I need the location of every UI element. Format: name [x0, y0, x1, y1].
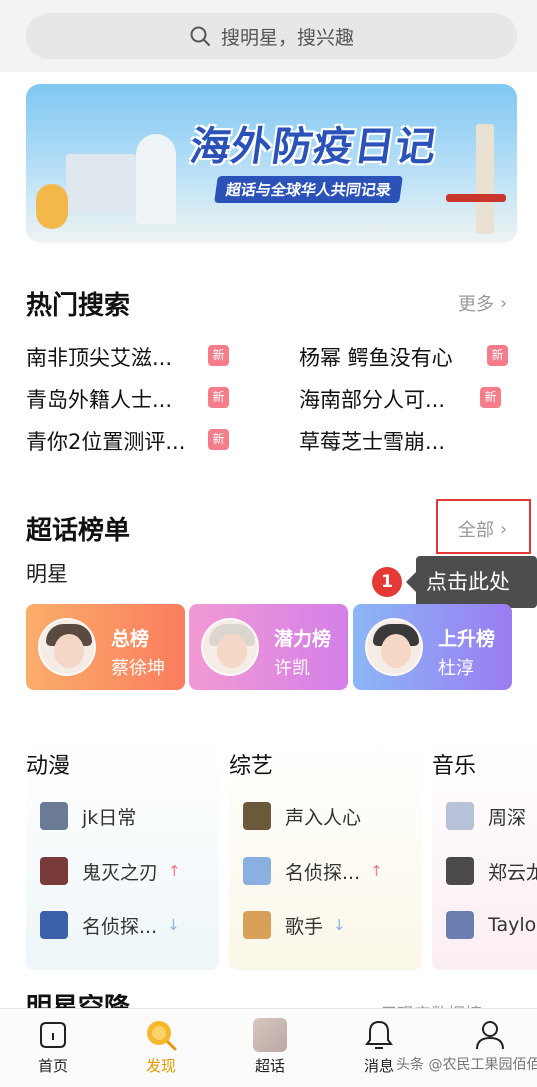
category-item[interactable]: 声入人心 — [243, 801, 361, 831]
rank-name: 上升榜 — [438, 628, 496, 650]
trend-up-icon: ↑ — [168, 862, 181, 880]
rank-name: 总榜 — [111, 628, 150, 650]
category-variety[interactable]: 综艺 声入人心 名侦探... ↑ 歌手 ↓ — [229, 738, 422, 970]
banner-building — [66, 154, 136, 214]
new-badge: 新 — [208, 345, 229, 366]
home-icon — [40, 1022, 66, 1048]
category-item-label: 名侦探... — [82, 915, 158, 938]
watermark-text: 头条 @农民工果园佰佰 — [396, 1057, 537, 1073]
category-item[interactable]: 名侦探... ↑ — [243, 856, 383, 886]
banner-gate — [446, 194, 506, 202]
hot-item-1[interactable]: 南非顶尖艾滋... — [26, 342, 172, 372]
category-item-label: 郑云龙 — [488, 861, 537, 884]
more-label: 更多 — [458, 294, 494, 315]
category-item-label: 鬼灭之刃 — [82, 861, 159, 884]
avatar — [38, 618, 96, 676]
next-section-right: 用现实数据榜... — [380, 1000, 498, 1008]
hot-item-6[interactable]: 草莓芝士雪崩... — [299, 426, 445, 456]
annotation-number: 1 — [372, 567, 402, 597]
annotation-tooltip: 点击此处 — [406, 556, 537, 608]
rank-star: 蔡徐坤 — [111, 658, 165, 679]
bell-icon — [365, 1020, 393, 1049]
hot-item-3[interactable]: 青岛外籍人士... — [26, 384, 172, 414]
category-item[interactable]: 郑云龙 — [446, 856, 537, 886]
hot-search-title: 热门搜索 — [26, 291, 131, 321]
category-item-label: jk日常 — [82, 806, 137, 829]
hot-search-more[interactable]: 更多 › — [458, 290, 507, 316]
category-item-label: Taylor — [488, 914, 537, 936]
nav-label: 发现 — [145, 1057, 176, 1075]
banner-plant — [36, 184, 68, 229]
banner-subtitle: 超话与全球华人共同记录 — [214, 176, 403, 203]
hot-item-5[interactable]: 青你2位置测评... — [26, 426, 185, 456]
category-title: 综艺 — [229, 754, 274, 779]
profile-icon — [476, 1021, 504, 1050]
category-item[interactable]: Taylor — [446, 910, 537, 940]
category-item[interactable]: jk日常 — [40, 801, 136, 831]
category-title: 音乐 — [432, 754, 477, 779]
nav-label: 首页 — [37, 1057, 68, 1075]
banner-figure — [136, 134, 176, 224]
rank-name: 潜力榜 — [274, 628, 332, 650]
nav-discover[interactable]: 发现 — [121, 1015, 201, 1076]
discover-icon — [147, 1021, 177, 1051]
rank-star: 许凯 — [274, 658, 310, 679]
highlight-box — [436, 499, 531, 554]
avatar — [253, 1018, 287, 1052]
search-icon — [190, 26, 210, 46]
category-item-label: 名侦探... — [285, 861, 361, 884]
new-badge: 新 — [208, 429, 229, 450]
thumbnail — [446, 802, 474, 830]
thumbnail — [243, 911, 271, 939]
thumbnail — [40, 857, 68, 885]
category-music[interactable]: 音乐 周深 郑云龙 Taylor — [432, 738, 537, 970]
rank-card-rising[interactable]: 上升榜 杜淳 — [353, 604, 512, 690]
bottom-nav: 首页 发现 超话 消息 — [0, 1008, 537, 1087]
rank-card-total[interactable]: 总榜 蔡徐坤 — [26, 604, 185, 690]
ranking-title: 超话榜单 — [26, 516, 131, 546]
next-section-title: 明星空降 — [26, 994, 130, 1008]
category-item[interactable]: 周深 — [446, 801, 526, 831]
trend-down-icon: ↓ — [333, 916, 346, 934]
banner-title: 海外防疫日记 — [187, 124, 440, 170]
category-item-label: 声入人心 — [285, 806, 362, 829]
thumbnail — [446, 857, 474, 885]
thumbnail — [243, 857, 271, 885]
hot-item-2[interactable]: 杨幂 鳄鱼没有心 — [299, 342, 453, 372]
search-bar[interactable]: 搜明星，搜兴趣 — [26, 13, 517, 59]
category-item[interactable]: 鬼灭之刃 ↑ — [40, 856, 181, 886]
nav-super-topic[interactable]: 超话 — [230, 1015, 310, 1076]
hot-item-4[interactable]: 海南部分人可... — [299, 384, 445, 414]
banner-tower — [476, 124, 494, 234]
new-badge: 新 — [208, 387, 229, 408]
top-bar: 搜明星，搜兴趣 — [0, 0, 537, 72]
trend-up-icon: ↑ — [370, 862, 383, 880]
thumbnail — [446, 911, 474, 939]
rank-star: 杜淳 — [438, 658, 474, 679]
ranking-subtitle: 明星 — [26, 562, 68, 586]
promo-banner[interactable]: 海外防疫日记 超话与全球华人共同记录 — [26, 84, 517, 243]
thumbnail — [243, 802, 271, 830]
category-item-label: 歌手 — [285, 915, 324, 938]
category-item[interactable]: 歌手 ↓ — [243, 910, 346, 940]
rank-card-potential[interactable]: 潜力榜 许凯 — [189, 604, 348, 690]
thumbnail — [40, 802, 68, 830]
chevron-right-icon: › — [500, 292, 508, 314]
category-item-label: 周深 — [488, 806, 527, 829]
category-title: 动漫 — [26, 754, 71, 779]
nav-home[interactable]: 首页 — [13, 1015, 93, 1076]
new-badge: 新 — [480, 387, 501, 408]
search-placeholder: 搜明星，搜兴趣 — [220, 26, 354, 49]
avatar — [201, 618, 259, 676]
new-badge: 新 — [487, 345, 508, 366]
trend-down-icon: ↓ — [167, 916, 180, 934]
nav-profile[interactable] — [450, 1015, 530, 1055]
category-anime[interactable]: 动漫 jk日常 鬼灭之刃 ↑ 名侦探... ↓ — [26, 738, 219, 970]
avatar — [365, 618, 423, 676]
nav-label: 超话 — [254, 1057, 285, 1075]
category-item[interactable]: 名侦探... ↓ — [40, 910, 180, 940]
thumbnail — [40, 911, 68, 939]
